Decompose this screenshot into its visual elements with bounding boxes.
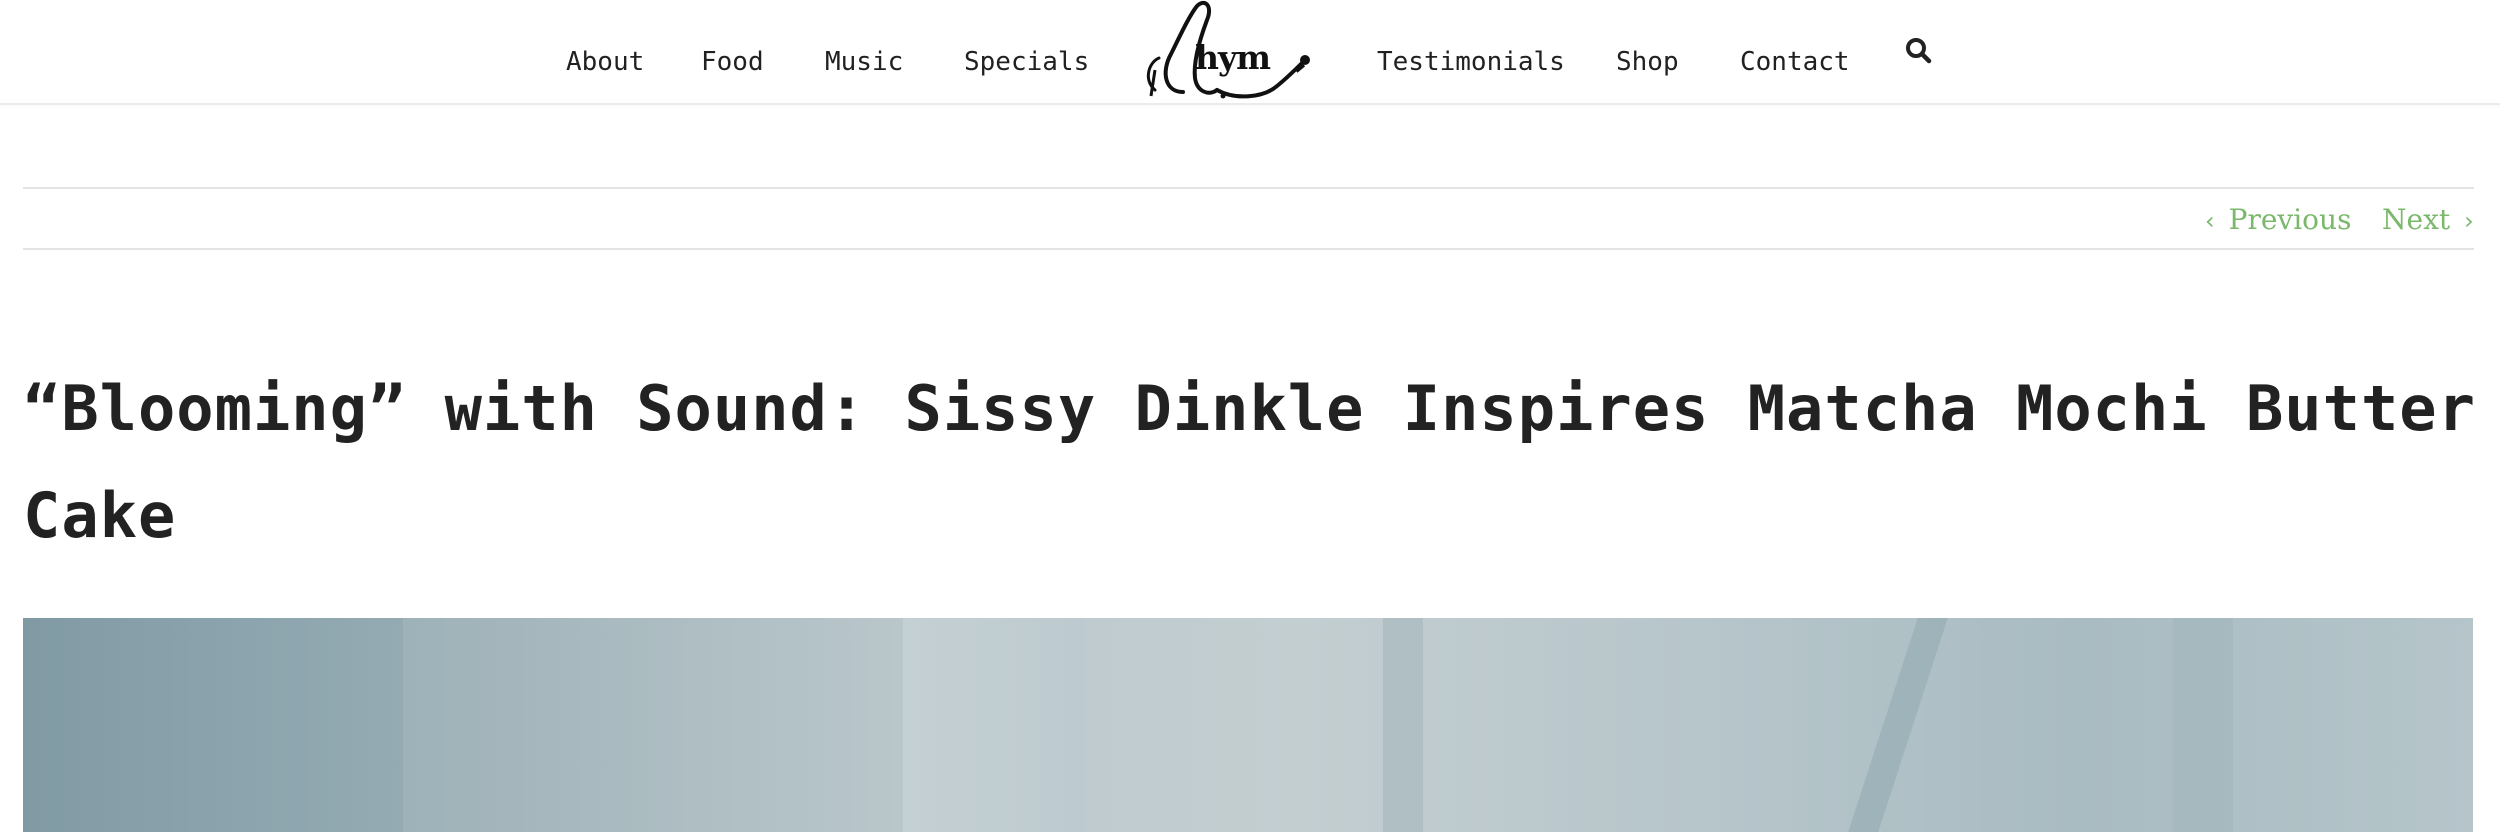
nav-item-about[interactable]: About — [566, 44, 644, 80]
previous-label: Previous — [2228, 203, 2352, 236]
nav-item-food[interactable]: Food — [701, 44, 764, 80]
featured-image — [23, 618, 2473, 832]
nav-item-music[interactable]: Music — [825, 44, 903, 80]
divider-top — [23, 187, 2474, 189]
chevron-left-icon: ‹ — [2205, 207, 2215, 235]
search-button[interactable] — [1902, 33, 1936, 67]
site-logo[interactable]: hym — [1135, 0, 1317, 100]
post-title: “Blooming” with Sound: Sissy Dinkle Insp… — [23, 372, 2476, 552]
nav-item-testimonials[interactable]: Testimonials — [1377, 44, 1565, 80]
next-label: Next — [2382, 203, 2451, 236]
nav-item-contact[interactable]: Contact — [1740, 44, 1850, 80]
previous-post-link[interactable]: ‹ Previous — [2205, 200, 2351, 240]
logo-text: hym — [1195, 38, 1271, 77]
next-post-link[interactable]: Next › — [2382, 200, 2474, 240]
site-header: About Food Music Specials hym Testimonia… — [0, 0, 2500, 105]
divider-bottom — [23, 248, 2474, 250]
search-icon — [1906, 38, 1932, 64]
nav-item-specials[interactable]: Specials — [964, 44, 1089, 80]
chevron-right-icon: › — [2464, 207, 2474, 235]
nav-item-shop[interactable]: Shop — [1616, 44, 1679, 80]
